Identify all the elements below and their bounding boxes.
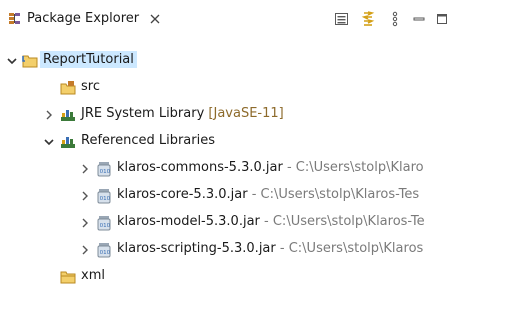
- jar-path: C:\Users\stolp\Klaros: [288, 241, 424, 256]
- package-explorer-tab[interactable]: Package Explorer: [0, 0, 162, 37]
- jar-name: klaros-commons-5.3.0.jar: [117, 160, 283, 175]
- tree-row-jar[interactable]: 010 klaros-model-5.3.0.jar - C:\Users\st…: [0, 210, 528, 236]
- jar-icon: 010: [96, 161, 112, 177]
- referenced-libraries-label: Referenced Libraries: [81, 133, 215, 148]
- view-menu-icon[interactable]: [387, 11, 403, 27]
- svg-text:010: 010: [100, 223, 111, 229]
- chevron-down-icon[interactable]: [43, 136, 55, 148]
- tree-row-referenced-libraries[interactable]: Referenced Libraries: [0, 129, 528, 155]
- view-header: Package Explorer: [0, 0, 528, 37]
- jar-name: klaros-model-5.3.0.jar: [117, 214, 260, 229]
- collapse-all-icon[interactable]: [334, 11, 350, 27]
- jre-label: JRE System Library: [81, 106, 205, 121]
- library-icon: [60, 134, 76, 150]
- package-explorer-icon: [7, 11, 23, 27]
- project-folder-icon: [22, 53, 38, 69]
- tree-row-xml[interactable]: xml: [0, 264, 528, 290]
- minimize-icon[interactable]: [411, 11, 427, 27]
- view-title: Package Explorer: [27, 11, 140, 26]
- jar-icon: 010: [96, 242, 112, 258]
- jar-name: klaros-scripting-5.3.0.jar: [117, 241, 276, 256]
- jar-path: C:\Users\stolp\Klaros-Tes: [260, 187, 420, 202]
- chevron-right-icon[interactable]: [79, 244, 91, 256]
- tree-row-jar[interactable]: 010 klaros-scripting-5.3.0.jar - C:\User…: [0, 237, 528, 263]
- svg-text:010: 010: [100, 196, 111, 202]
- tree-row-src[interactable]: src: [0, 75, 528, 101]
- jar-icon: 010: [96, 215, 112, 231]
- close-icon[interactable]: [148, 12, 162, 26]
- link-with-editor-icon[interactable]: [360, 11, 376, 27]
- jre-decoration: [JavaSE-11]: [208, 106, 284, 121]
- folder-icon: [60, 269, 76, 285]
- chevron-right-icon[interactable]: [79, 190, 91, 202]
- chevron-right-icon[interactable]: [79, 217, 91, 229]
- xml-label: xml: [81, 268, 105, 283]
- jar-name: klaros-core-5.3.0.jar: [117, 187, 248, 202]
- maximize-icon[interactable]: [434, 11, 450, 27]
- svg-text:010: 010: [100, 250, 111, 256]
- tree-row-jar[interactable]: 010 klaros-core-5.3.0.jar - C:\Users\sto…: [0, 183, 528, 209]
- chevron-right-icon[interactable]: [79, 163, 91, 175]
- chevron-down-icon[interactable]: [6, 55, 18, 67]
- jar-path: C:\Users\stolp\Klaros-Te: [272, 214, 425, 229]
- tree-row-project[interactable]: ReportTutorial: [0, 48, 528, 74]
- source-folder-icon: [60, 80, 76, 96]
- tree-row-jar[interactable]: 010 klaros-commons-5.3.0.jar - C:\Users\…: [0, 156, 528, 182]
- library-icon: [60, 107, 76, 123]
- jar-icon: 010: [96, 188, 112, 204]
- package-tree: ReportTutorial src JRE System Library [J…: [0, 37, 528, 309]
- jar-path: C:\Users\stolp\Klaro: [295, 160, 424, 175]
- tree-row-jre[interactable]: JRE System Library [JavaSE-11]: [0, 102, 528, 128]
- svg-text:010: 010: [100, 169, 111, 175]
- chevron-right-icon[interactable]: [43, 109, 55, 121]
- project-label: ReportTutorial: [40, 51, 137, 68]
- src-label: src: [81, 79, 100, 94]
